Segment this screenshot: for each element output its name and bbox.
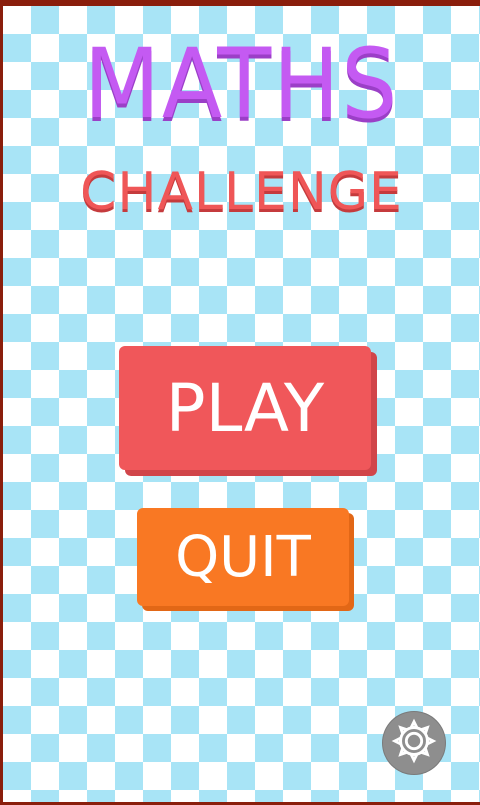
quit-button-label: QUIT	[175, 524, 311, 590]
settings-button[interactable]	[383, 712, 445, 774]
game-title-challenge: CHALLENGE	[80, 162, 403, 222]
main-menu-screen: MATHS CHALLENGE PLAY QUIT	[0, 0, 480, 805]
quit-button[interactable]: QUIT	[137, 508, 349, 606]
play-button[interactable]: PLAY	[119, 346, 371, 470]
gear-icon	[391, 718, 437, 769]
play-button-label: PLAY	[165, 369, 325, 447]
game-title-maths: MATHS	[83, 28, 400, 140]
